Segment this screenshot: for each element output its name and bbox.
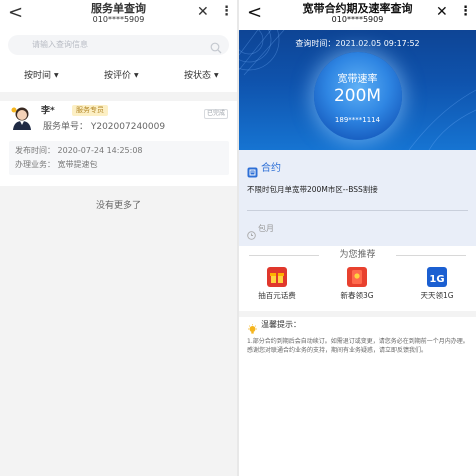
screen: < 服务单查询 010****5909 ✕ ⋮ 请输入查询信息 按时间 ▼ 按评价… (0, 0, 476, 476)
divider (396, 255, 466, 256)
filter-bar: 按时间 ▼ 按评价 ▼ 按状态 ▼ (0, 66, 237, 86)
divider (247, 210, 468, 211)
section-gap (0, 92, 237, 101)
list-background (0, 186, 237, 476)
search-placeholder: 请输入查询信息 (32, 40, 88, 49)
left-header: < 服务单查询 010****5909 ✕ ⋮ (0, 0, 237, 30)
status-badge: 已完成 (204, 109, 229, 119)
no-more-text: 没有更多了 (95, 201, 141, 211)
search-icon[interactable] (210, 39, 222, 58)
contract-title: 合约 (261, 163, 281, 174)
filter-status-label: 按状态 (184, 71, 212, 81)
contract-description: 不限时包月单宽带200M市区--BSS割接 (247, 185, 378, 194)
recommend-item-daily-1g[interactable]: 1G 天天领1G (407, 267, 467, 307)
close-button[interactable]: ✕ (436, 5, 448, 19)
more-menu-button[interactable]: ⋮ (220, 5, 233, 19)
filter-rating-label: 按评价 (104, 71, 132, 81)
contract-icon (247, 163, 258, 182)
right-header: < 宽带合约期及速率查询 010****5909 ✕ ⋮ (239, 0, 476, 30)
service-number: 服务单号： Y202007240009 (43, 122, 166, 132)
triangle-down-icon: ▼ (54, 72, 59, 79)
speed-value: 200M (333, 86, 382, 106)
red-envelope-icon (347, 267, 367, 287)
avatar (11, 105, 33, 131)
triangle-down-icon: ▼ (134, 72, 139, 79)
staff-name: 李* (41, 106, 55, 116)
query-time: 查询时间：2021.02.05 09:17:52 (295, 39, 420, 48)
publish-time: 发布时间： 2020-07-24 14:25:08 (15, 146, 143, 155)
order-detail-box: 发布时间： 2020-07-24 14:25:08 办理业务： 宽带提速包 (9, 141, 229, 175)
search-input[interactable]: 请输入查询信息 (8, 35, 229, 55)
recommend-item-draw-bill[interactable]: 抽百元话费 (247, 267, 307, 307)
service-order-card[interactable]: 李* 服务专员 已完成 服务单号： Y202007240009 发布时间： 20… (0, 101, 237, 181)
close-button[interactable]: ✕ (197, 5, 209, 19)
more-menu-button[interactable]: ⋮ (459, 5, 472, 19)
filter-by-time[interactable]: 按时间 ▼ (24, 70, 59, 82)
recommend-label: 抽百元话费 (258, 291, 296, 300)
recommend-label: 新春领3G (340, 291, 374, 300)
data-1g-icon: 1G (427, 267, 447, 287)
svg-text:1G: 1G (429, 274, 444, 285)
service-order-query-screen: < 服务单查询 010****5909 ✕ ⋮ 请输入查询信息 按时间 ▼ 按评价… (0, 0, 237, 476)
broadband-contract-screen: < 宽带合约期及速率查询 010****5909 ✕ ⋮ 查询时间：2021.0… (239, 0, 476, 476)
tips-body: 1.部分合约到期后会自动续订。如需退订或变更，请您务必在到期前一个月内办理。感谢… (247, 338, 469, 354)
speed-hero-banner: < 宽带合约期及速率查询 010****5909 ✕ ⋮ 查询时间：2021.0… (239, 0, 476, 150)
triangle-down-icon: ▼ (214, 72, 219, 79)
filter-by-rating[interactable]: 按评价 ▼ (104, 70, 139, 82)
contract-period: 包月 (258, 224, 274, 233)
section-gap (239, 311, 476, 317)
recommend-header: 为您推荐 (239, 249, 476, 261)
broadband-account: 189****1114 (334, 116, 381, 124)
staff-role-badge: 服务专员 (72, 105, 108, 116)
filter-by-status[interactable]: 按状态 ▼ (184, 70, 219, 82)
filter-time-label: 按时间 (24, 71, 52, 81)
speed-label: 宽带速率 (337, 74, 378, 85)
tips-title: 温馨提示： (261, 320, 301, 329)
gift-icon (267, 267, 287, 287)
business-type: 办理业务： 宽带提速包 (15, 160, 98, 169)
recommend-label: 天天领1G (420, 291, 454, 300)
recommend-item-spring-3g[interactable]: 新春领3G (327, 267, 387, 307)
clock-icon (247, 225, 256, 244)
